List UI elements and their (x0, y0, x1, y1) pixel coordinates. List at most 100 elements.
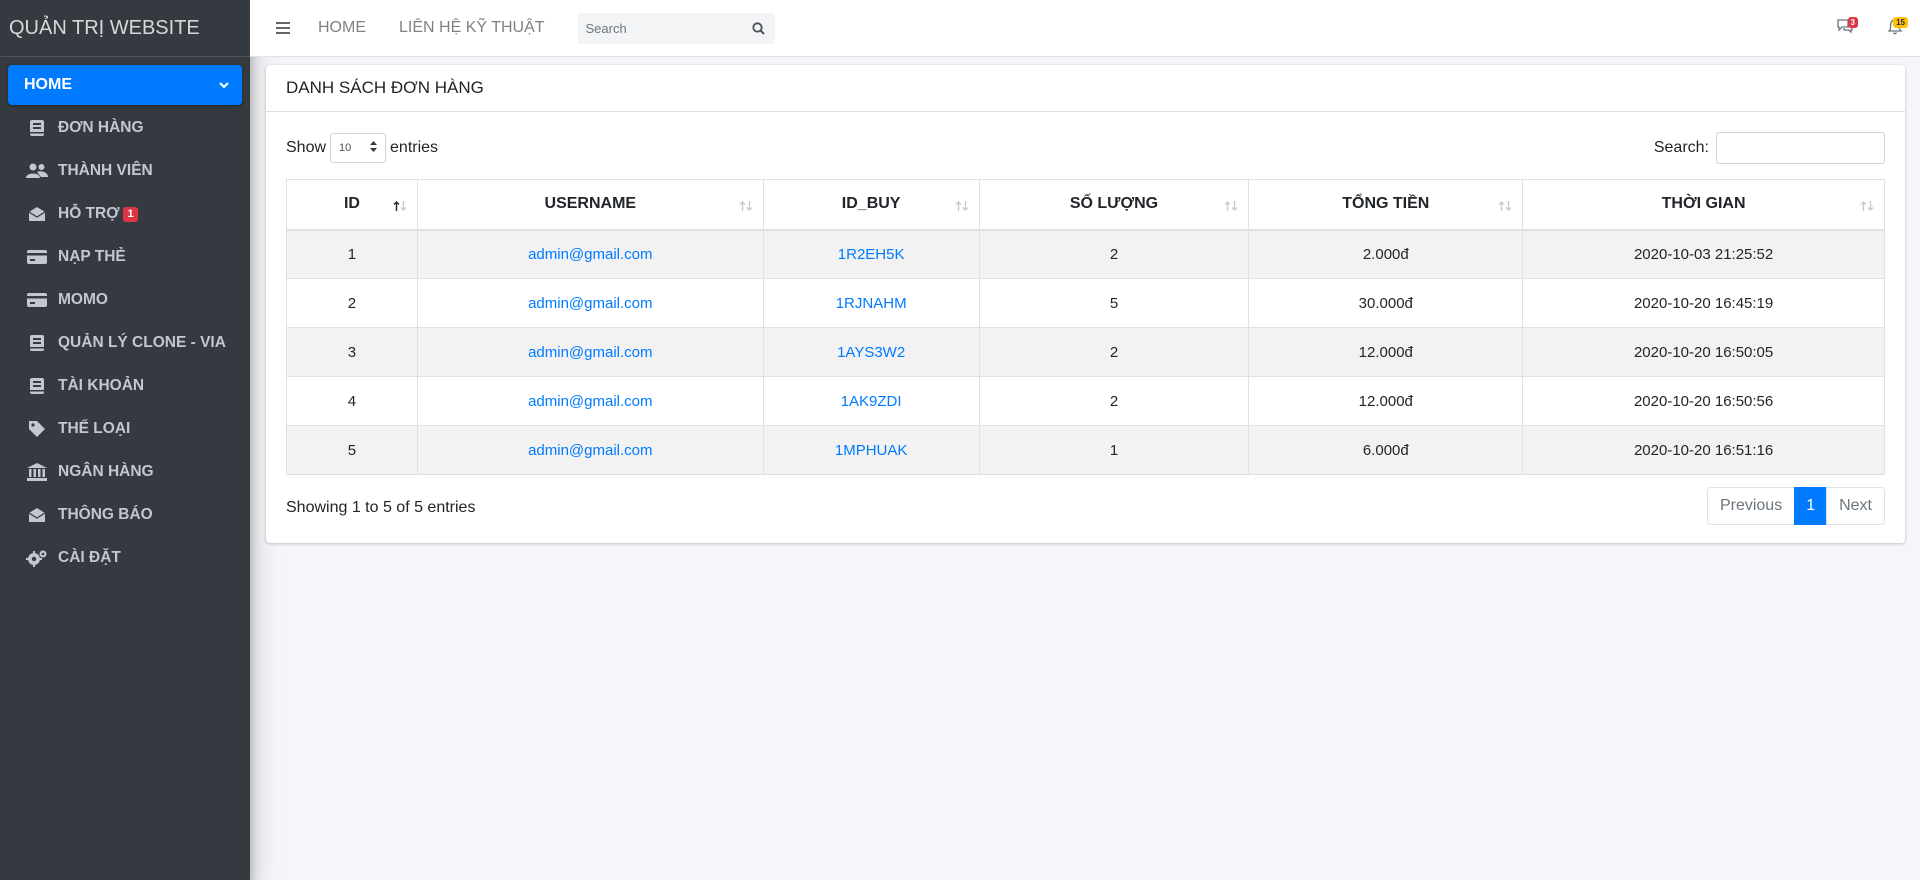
table-row: 1 admin@gmail.com 1R2EH5K 2 2.000đ 2020-… (286, 229, 1885, 279)
sidebar-item-orders[interactable]: ĐƠN HÀNG (8, 108, 242, 148)
cell-id-buy: 1AYS3W2 (762, 327, 980, 377)
book-icon (26, 119, 48, 137)
orders-card: DANH SÁCH ĐƠN HÀNG Show 10 entries Searc… (266, 65, 1905, 543)
column-header-time[interactable]: THỜI GIAN (1522, 179, 1885, 231)
menu-toggle-icon[interactable] (276, 22, 290, 34)
sidebar-item-topup[interactable]: NẠP THẺ (8, 237, 242, 277)
nav-link-home[interactable]: HOME (318, 19, 366, 37)
cell-quantity: 2 (978, 376, 1250, 426)
entries-label: entries (390, 139, 439, 156)
cell-quantity: 1 (978, 425, 1250, 475)
id-buy-link[interactable]: 1MPHUAK (835, 442, 908, 459)
cell-id: 5 (286, 425, 418, 475)
table-row: 4 admin@gmail.com 1AK9ZDI 2 12.000đ 2020… (286, 376, 1885, 426)
brand-title[interactable]: QUẢN TRỊ WEBSITE (0, 0, 250, 57)
sidebar-item-momo[interactable]: MOMO (8, 280, 242, 320)
datatable-footer: Showing 1 to 5 of 5 entries Previous 1 N… (286, 487, 1885, 525)
previous-page-button[interactable]: Previous (1706, 487, 1796, 525)
page-1-button[interactable]: 1 (1794, 487, 1828, 525)
cell-username: admin@gmail.com (416, 376, 764, 426)
cell-time: 2020-10-20 16:45:19 (1522, 278, 1885, 328)
datatable-controls: Show 10 entries Search: (286, 132, 1885, 164)
column-header-total[interactable]: TỔNG TIỀN (1248, 179, 1524, 231)
id-buy-link[interactable]: 1AK9ZDI (841, 393, 902, 410)
cell-total: 12.000đ (1248, 327, 1524, 377)
cell-total: 30.000đ (1248, 278, 1524, 328)
bank-icon (26, 463, 48, 481)
sort-caret-icon (370, 141, 378, 155)
entries-select[interactable]: 10 (330, 133, 387, 163)
sidebar-item-label: TÀI KHOẢN (58, 377, 145, 394)
navbar-search (577, 12, 775, 44)
column-header-id-buy[interactable]: ID_BUY (762, 179, 980, 231)
column-header-username[interactable]: USERNAME (416, 179, 764, 231)
sort-asc-icon (393, 198, 407, 216)
top-navbar: HOME LIÊN HỆ KỸ THUẬT 3 15 (250, 0, 1920, 57)
sort-icon (1860, 198, 1874, 216)
navbar-right: 3 15 (1820, 0, 1920, 57)
cell-time: 2020-10-20 16:51:16 (1522, 425, 1885, 475)
cell-id: 1 (286, 229, 418, 279)
cell-total: 2.000đ (1248, 229, 1524, 279)
table-search-input[interactable] (1716, 132, 1885, 164)
messages-badge: 3 (1847, 17, 1858, 28)
sidebar-item-support[interactable]: HỖ TRỢ 1 (8, 194, 242, 234)
sort-icon (955, 198, 969, 216)
table-row: 2 admin@gmail.com 1RJNAHM 5 30.000đ 2020… (286, 278, 1885, 328)
sidebar-item-label: NẠP THẺ (58, 248, 126, 265)
username-link[interactable]: admin@gmail.com (528, 344, 652, 361)
sort-icon (1224, 198, 1238, 216)
cell-total: 6.000đ (1248, 425, 1524, 475)
id-buy-link[interactable]: 1R2EH5K (838, 246, 905, 263)
sidebar-item-label: HỖ TRỢ (58, 205, 120, 222)
cell-time: 2020-10-03 21:25:52 (1522, 229, 1885, 279)
username-link[interactable]: admin@gmail.com (528, 442, 652, 459)
sidebar-item-members[interactable]: THÀNH VIÊN (8, 151, 242, 191)
id-buy-link[interactable]: 1AYS3W2 (837, 344, 905, 361)
table-row: 5 admin@gmail.com 1MPHUAK 1 6.000đ 2020-… (286, 425, 1885, 475)
username-link[interactable]: admin@gmail.com (528, 246, 652, 263)
sidebar-item-banks[interactable]: NGÂN HÀNG (8, 452, 242, 492)
sidebar-item-notifications[interactable]: THÔNG BÁO (8, 495, 242, 535)
support-count-badge: 1 (123, 206, 138, 222)
search-label: Search: (1653, 139, 1709, 156)
notifications-badge: 15 (1893, 17, 1908, 28)
sort-icon (739, 198, 753, 216)
navbar-search-input[interactable] (577, 12, 743, 44)
sidebar-item-label: MOMO (58, 291, 108, 308)
chevron-down-icon (218, 78, 230, 96)
cell-quantity: 2 (978, 327, 1250, 377)
sidebar-item-home[interactable]: HOME (8, 65, 242, 105)
book-icon (26, 377, 48, 395)
cell-id-buy: 1MPHUAK (762, 425, 980, 475)
search-icon[interactable] (743, 13, 775, 44)
table-row: 3 admin@gmail.com 1AYS3W2 2 12.000đ 2020… (286, 327, 1885, 377)
sidebar-item-label: ĐƠN HÀNG (58, 119, 144, 136)
tag-icon (26, 420, 48, 438)
notifications-button[interactable]: 15 (1870, 0, 1920, 57)
cell-username: admin@gmail.com (416, 229, 764, 279)
card-body: Show 10 entries Search: ID USERNAME ID_B… (266, 112, 1905, 545)
sidebar: QUẢN TRỊ WEBSITE HOME ĐƠN HÀNG THÀNH VIÊ… (0, 0, 250, 880)
sidebar-item-categories[interactable]: THỂ LOẠI (8, 409, 242, 449)
sidebar-item-clone-via[interactable]: QUẢN LÝ CLONE - VIA (8, 323, 242, 363)
cell-id: 3 (286, 327, 418, 377)
show-label: Show (286, 139, 327, 156)
id-buy-link[interactable]: 1RJNAHM (836, 295, 907, 312)
cell-id: 2 (286, 278, 418, 328)
username-link[interactable]: admin@gmail.com (528, 295, 652, 312)
column-header-quantity[interactable]: SỐ LƯỢNG (978, 179, 1250, 231)
table-info: Showing 1 to 5 of 5 entries (286, 499, 476, 516)
credit-card-icon (26, 291, 48, 309)
next-page-button[interactable]: Next (1826, 487, 1885, 525)
nav-link-tech-support[interactable]: LIÊN HỆ KỸ THUẬT (399, 19, 545, 37)
cell-total: 12.000đ (1248, 376, 1524, 426)
sidebar-item-label: HOME (24, 76, 72, 93)
book-icon (26, 334, 48, 352)
messages-button[interactable]: 3 (1820, 0, 1870, 57)
column-header-id[interactable]: ID (286, 179, 418, 231)
username-link[interactable]: admin@gmail.com (528, 393, 652, 410)
sidebar-item-settings[interactable]: CÀI ĐẶT (8, 538, 242, 578)
cell-username: admin@gmail.com (416, 278, 764, 328)
sidebar-item-accounts[interactable]: TÀI KHOẢN (8, 366, 242, 406)
